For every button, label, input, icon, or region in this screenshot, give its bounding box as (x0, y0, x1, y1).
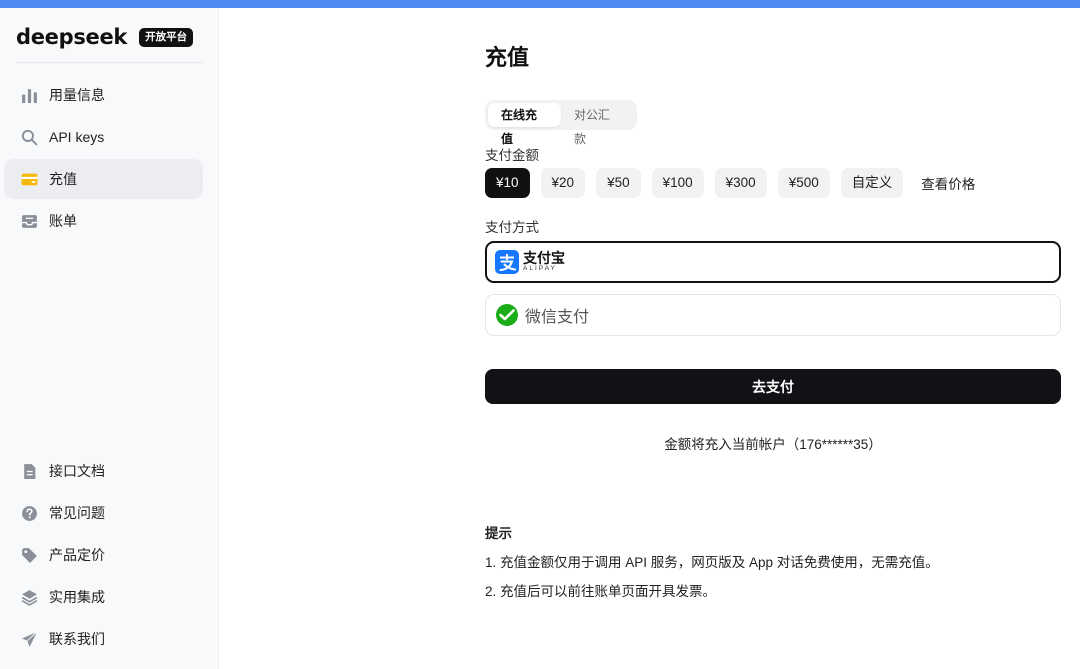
payment-method-label: 支付方式 (485, 220, 539, 235)
tips-section: 提示 1. 充值金额仅用于调用 API 服务，网页版及 App 对话免费使用，无… (485, 522, 939, 609)
sidebar-item-label: API keys (49, 129, 105, 145)
pay-button[interactable]: 去支付 (485, 369, 1061, 404)
amount-option-10[interactable]: ¥10 (485, 168, 530, 198)
sidebar-item-faq[interactable]: 常见问题 (4, 493, 203, 533)
payment-option-alipay[interactable]: 支付宝 ALIPAY (485, 241, 1061, 283)
sidebar-item-pricing[interactable]: 产品定价 (4, 535, 203, 575)
inbox-icon (20, 212, 38, 230)
question-icon (20, 504, 38, 522)
sidebar-item-label: 充值 (49, 171, 77, 187)
sidebar-divider (16, 62, 203, 63)
tag-icon (20, 546, 38, 564)
payment-option-wechat[interactable]: 微信支付 (485, 294, 1061, 336)
tab-online-recharge[interactable]: 在线充值 (488, 103, 561, 146)
sidebar-item-label: 实用集成 (49, 589, 105, 605)
tab-bank-transfer[interactable]: 对公汇款 (561, 103, 634, 146)
wechat-pay-label: 微信支付 (525, 309, 590, 326)
sidebar-item-integrations[interactable]: 实用集成 (4, 577, 203, 617)
tips-line: 1. 充值金额仅用于调用 API 服务，网页版及 App 对话免费使用，无需充值… (485, 555, 939, 570)
deepseek-logo: deepseek (16, 25, 128, 49)
brand[interactable]: deepseek 开放平台 (16, 24, 194, 50)
alipay-name: 支付宝 (523, 250, 565, 267)
amount-option-50[interactable]: ¥50 (596, 168, 641, 198)
search-icon (20, 128, 38, 146)
amount-option-100[interactable]: ¥100 (651, 168, 704, 198)
send-icon (20, 630, 38, 648)
sidebar-item-billing[interactable]: 账单 (4, 201, 203, 241)
sidebar-item-label: 接口文档 (49, 463, 105, 479)
view-pricing-link[interactable]: 查看价格 (921, 173, 975, 193)
amount-option-300[interactable]: ¥300 (714, 168, 767, 198)
wallet-icon (20, 170, 38, 188)
sidebar-item-api-docs[interactable]: 接口文档 (4, 451, 203, 491)
bar-chart-icon (20, 86, 38, 104)
sidebar-nav-primary: 用量信息 API keys 充值 账单 (4, 75, 203, 243)
account-note: 金额将充入当前帐户（176******35） (664, 437, 882, 452)
recharge-tabs: 在线充值 对公汇款 (485, 100, 637, 146)
amount-option-20[interactable]: ¥20 (540, 168, 586, 198)
page-title: 充值 (485, 45, 530, 70)
alipay-icon (495, 250, 519, 274)
sidebar-item-api-keys[interactable]: API keys (4, 117, 203, 157)
sidebar-item-label: 账单 (49, 213, 77, 229)
tips-title: 提示 (485, 526, 512, 541)
alipay-name-en: ALIPAY (523, 265, 557, 273)
layers-icon (20, 588, 38, 606)
sidebar-item-label: 常见问题 (49, 505, 105, 521)
sidebar-item-recharge[interactable]: 充值 (4, 159, 203, 199)
sidebar: deepseek 开放平台 用量信息 API keys 充值 账单 接口文档 常… (0, 8, 219, 669)
top-accent-bar (0, 0, 1080, 8)
sidebar-item-label: 用量信息 (49, 87, 105, 103)
sidebar-item-contact[interactable]: 联系我们 (4, 619, 203, 659)
document-icon (20, 462, 38, 480)
amount-option-500[interactable]: ¥500 (777, 168, 830, 198)
alipay-logo: 支付宝 ALIPAY (495, 250, 565, 274)
sidebar-item-label: 产品定价 (49, 547, 105, 563)
sidebar-item-label: 联系我们 (49, 631, 105, 647)
open-platform-badge: 开放平台 (139, 27, 194, 47)
amount-options: ¥10 ¥20 ¥50 ¥100 ¥300 ¥500 自定义 查看价格 (485, 168, 975, 198)
sidebar-item-usage[interactable]: 用量信息 (4, 75, 203, 115)
amount-label: 支付金额 (485, 148, 539, 163)
tips-line: 2. 充值后可以前往账单页面开具发票。 (485, 584, 717, 599)
wechat-pay-icon (496, 304, 518, 326)
sidebar-nav-secondary: 接口文档 常见问题 产品定价 实用集成 联系我们 (4, 451, 203, 661)
amount-option-custom[interactable]: 自定义 (840, 168, 904, 198)
